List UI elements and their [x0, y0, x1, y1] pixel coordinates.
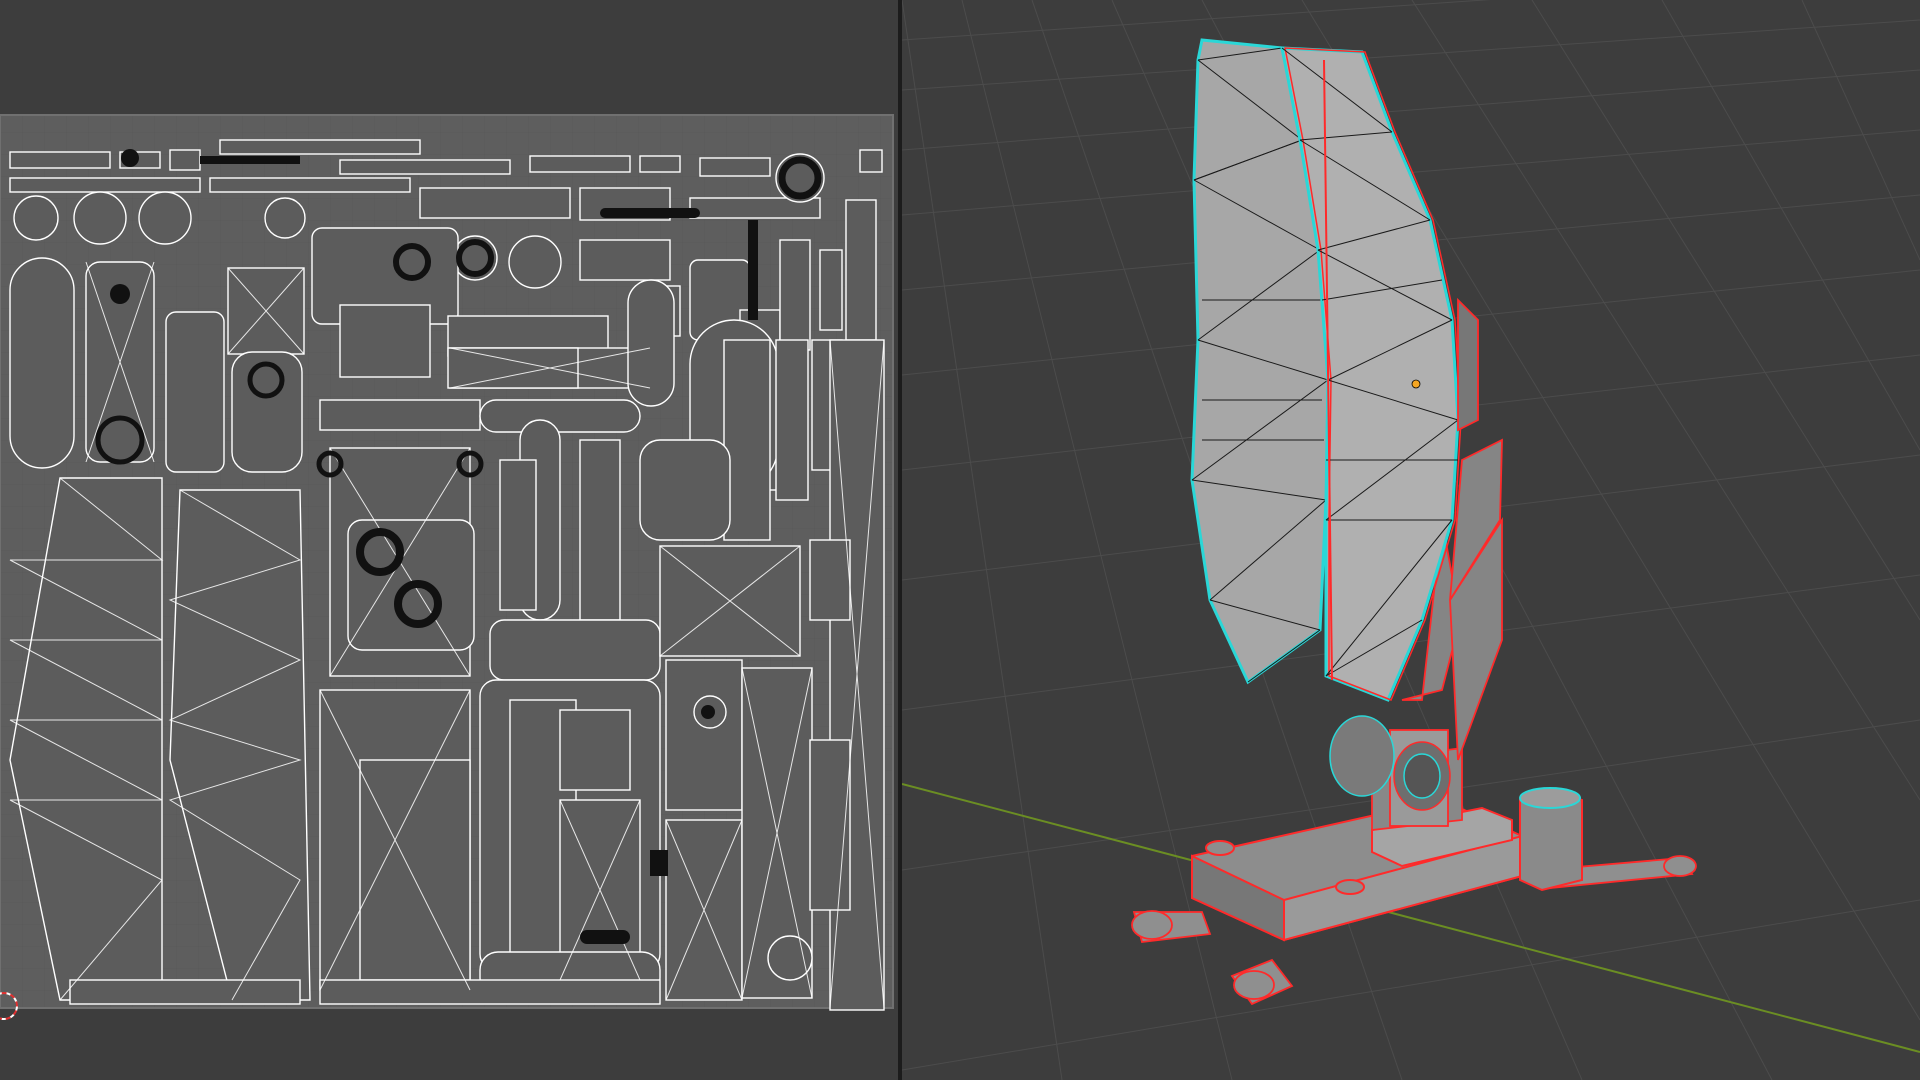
- radar-antenna-model[interactable]: [1131, 38, 1697, 1006]
- uv-editor-canvas[interactable]: [0, 0, 898, 1080]
- object-origin-icon[interactable]: [1411, 379, 1421, 389]
- uv-editor[interactable]: [0, 0, 898, 1080]
- 3d-viewport[interactable]: [902, 0, 1920, 1080]
- 3d-viewport-canvas[interactable]: [902, 0, 1920, 1080]
- blender-window: [0, 0, 1920, 1080]
